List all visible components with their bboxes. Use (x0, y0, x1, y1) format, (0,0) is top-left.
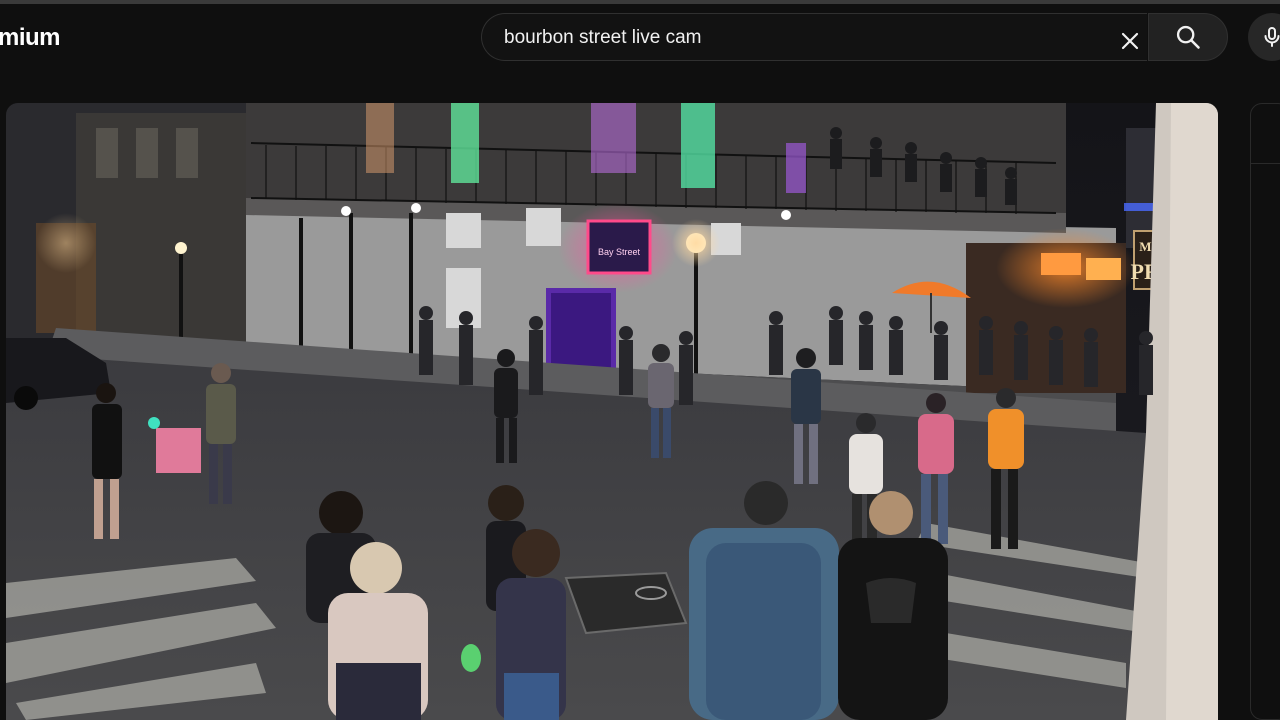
search-button[interactable] (1148, 13, 1228, 61)
microphone-icon (1264, 27, 1280, 47)
clear-search-button[interactable] (1110, 21, 1150, 61)
masthead: mium (0, 4, 1280, 70)
sidebar-divider (1250, 163, 1280, 164)
search-icon (1176, 25, 1200, 49)
search-box[interactable] (481, 13, 1147, 62)
search-input[interactable] (502, 14, 1106, 62)
brand-logo-text[interactable]: mium (0, 24, 61, 52)
voice-search-button[interactable] (1248, 13, 1280, 61)
video-player[interactable]: Bay Street MAISON PRESE (6, 103, 1218, 720)
bar-sign-text: Bay Street (598, 247, 641, 257)
close-icon (1121, 32, 1139, 50)
sidebar-card[interactable] (1250, 103, 1280, 720)
video-frame: Bay Street MAISON PRESE (6, 103, 1218, 720)
